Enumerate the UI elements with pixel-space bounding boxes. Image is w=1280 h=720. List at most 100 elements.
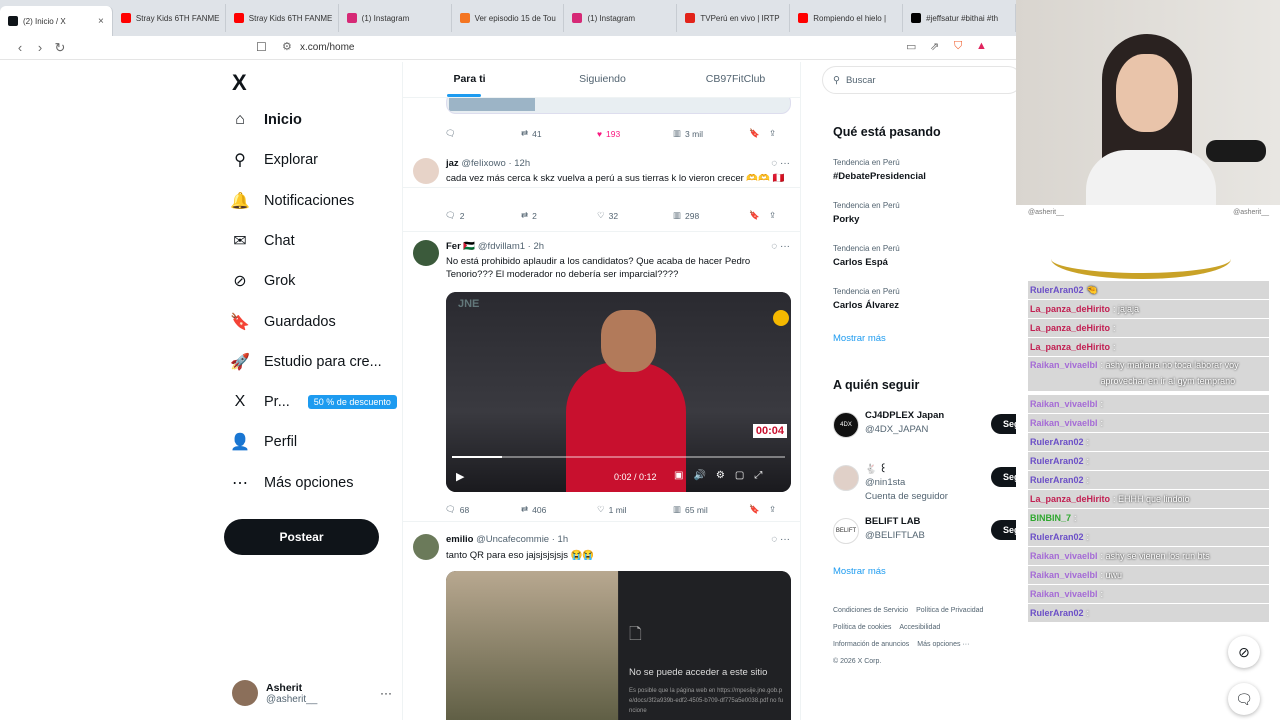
footer-link[interactable]: Política de Privacidad [916,602,983,619]
messages-fab[interactable]: 🗨 [1228,683,1260,715]
more-icon[interactable]: ··· [380,686,392,700]
tab-cb97fitclub[interactable]: CB97FitClub [669,62,800,97]
close-tab-icon[interactable]: × [98,16,104,27]
avatar: BELIFT [833,518,859,544]
post-button[interactable]: Postear [224,519,379,555]
url-field[interactable]: x.com/home [300,42,354,53]
follow-suggestion[interactable]: 4DXCJ4DPLEX Japan@4DX_JAPANSeguir [833,410,1041,446]
retweet-count: 406 [532,504,547,515]
nav-item-2[interactable]: 🔔 Notificaciones [230,191,354,211]
cast-icon[interactable]: ▭ [906,40,916,53]
grok-fab[interactable]: ⊘ [1228,636,1260,668]
bookmark-icon[interactable]: 🔖 [749,210,769,221]
browser-tab[interactable]: (1) Instagram [339,4,452,32]
author-name[interactable]: jaz [446,158,459,169]
brave-rewards-icon[interactable]: ▲ [976,40,987,52]
reply-button[interactable]: 🗨 68 [445,504,521,515]
bookmark-page-icon[interactable]: ☐ [256,40,267,54]
footer-link[interactable]: Información de anuncios [833,636,909,653]
browser-tab[interactable]: TVPerú en vivo | IRTP [677,4,791,32]
views-button[interactable]: ▥ 3 mil [673,128,749,139]
nav-item-7[interactable]: X Pr... 50 % de descuento [230,392,397,412]
video-progress [452,456,785,458]
footer-link[interactable]: Accesibilidad [899,619,940,636]
chat-username: Raikan_vivaelbl [1030,418,1098,428]
browser-tab[interactable]: Stray Kids 6TH FANME [226,4,339,32]
more-icon[interactable]: ◌ ··· [771,241,790,252]
nav-item-4[interactable]: ⊘ Grok [230,271,295,291]
nav-item-8[interactable]: 👤 Perfil [230,432,297,452]
nav-item-5[interactable]: 🔖 Guardados [230,312,336,332]
browser-tab[interactable]: (2) Inicio / X × [0,6,113,36]
post-item[interactable]: Fer 🇵🇸 @fdvillam1 · 2h ◌ ··· No está pro… [403,232,800,522]
trend-item[interactable]: Carlos Álvarez [833,300,899,311]
chat-username: RulerAran02 [1030,532,1084,542]
chat-text: : [1086,437,1090,447]
chat-text: : [1074,513,1077,523]
nav-item-3[interactable]: ✉ Chat [230,231,294,251]
chat-message: RulerAran02 🤏 [1028,281,1269,299]
nav-item-6[interactable]: 🚀 Estudio para cre... [230,352,382,372]
retweet-button[interactable]: ⇄ 41 [521,128,597,139]
author-name[interactable]: emilio [446,534,473,545]
tab-favicon-icon [120,13,131,23]
share-icon[interactable]: ⇪ [769,210,776,221]
tab-siguiendo[interactable]: Siguiendo [536,62,669,97]
footer-link[interactable]: Política de cookies [833,619,891,636]
bookmark-icon[interactable]: 🔖 [749,128,769,139]
trend-item[interactable]: Porky [833,214,859,225]
retweet-button[interactable]: ⇄ 406 [521,504,597,515]
bookmark-icon[interactable]: 🔖 [749,504,769,515]
forward-icon[interactable]: › [30,40,50,55]
tab-para-ti[interactable]: Para ti [403,62,536,97]
show-more-trends[interactable]: Mostrar más [833,333,886,344]
avatar [413,534,439,560]
follow-suggestion[interactable]: BELIFTBELIFT LAB@BELIFTLABSeguir [833,516,1041,552]
browser-tab[interactable]: Rompiendo el hielo | [790,4,904,32]
nav-item-0[interactable]: ⌂ Inicio [230,110,302,130]
video-player[interactable]: JNE 00:04 ▶ 0:02 / 0:12 ▣🔊⚙▢⤢ [446,292,791,492]
reply-button[interactable]: 🗨 2 [445,210,521,221]
play-icon[interactable]: ▶ [456,470,464,483]
search-input[interactable]: ⚲ Buscar [822,66,1022,94]
follow-suggestion[interactable]: 🐇 ꒰@nin1staCuenta de seguidorSeguir [833,463,1041,502]
nav-item-9[interactable]: ⋯ Más opciones [230,473,353,493]
like-button[interactable]: ♡ 32 [597,210,673,221]
post-media[interactable]: 🗋 No se puede acceder a este sitio Es po… [446,571,791,720]
views-button[interactable]: ▥ 65 mil [673,504,749,515]
retweet-button[interactable]: ⇄ 2 [521,210,597,221]
reply-button[interactable]: 🗨 [445,128,521,139]
browser-tab[interactable]: (1) Instagram [564,4,678,32]
share-icon[interactable]: ⇪ [769,128,776,139]
more-icon[interactable]: ◌ ··· [771,534,790,545]
brave-shield-icon[interactable]: ⛉ [954,40,962,53]
views-button[interactable]: ▥ 298 [673,210,749,221]
browser-tab[interactable]: Stray Kids 6TH FANME [113,4,226,32]
browser-tab[interactable]: Ver episodio 15 de Tou [452,4,565,32]
nav-item-1[interactable]: ⚲ Explorar [230,150,318,170]
media-right-image: 🗋 No se puede acceder a este sitio Es po… [619,571,791,720]
chat-username: La_panza_deHirito [1030,323,1111,333]
x-logo[interactable]: X [232,70,247,96]
site-settings-icon[interactable]: ⚙ [282,40,292,53]
like-button[interactable]: ♡ 1 mil [597,504,673,515]
post-item[interactable]: emilio @Uncafecommie · 1h ◌ ··· tanto QR… [403,522,800,720]
footer-link[interactable]: © 2026 X Corp. [833,653,881,670]
trend-item[interactable]: #DebatePresidencial [833,171,926,182]
share-icon[interactable]: ⇗ [930,40,939,53]
more-icon[interactable]: ◌ ··· [771,158,790,169]
show-more-follow[interactable]: Mostrar más [833,566,886,577]
post-item[interactable]: jaz @feIixowo · 12h ◌ ··· cada vez más c… [403,152,800,232]
trend-item[interactable]: Carlos Espá [833,257,888,268]
reload-icon[interactable]: ↻ [50,40,70,56]
footer-link[interactable]: Más opciones ··· [917,636,969,653]
account-switcher[interactable]: Asherit @asherit__ ··· [232,680,392,706]
nav-label: Más opciones [264,474,354,491]
back-icon[interactable]: ‹ [10,40,30,55]
browser-tab[interactable]: #jeffsatur #bithai #th [903,4,1017,32]
like-button[interactable]: ♥ 193 [597,128,673,139]
author-name[interactable]: Fer 🇵🇸 [446,241,475,252]
chat-message: La_panza_deHirito: [1028,338,1269,356]
footer-link[interactable]: Condiciones de Servicio [833,602,908,619]
share-icon[interactable]: ⇪ [769,504,776,515]
